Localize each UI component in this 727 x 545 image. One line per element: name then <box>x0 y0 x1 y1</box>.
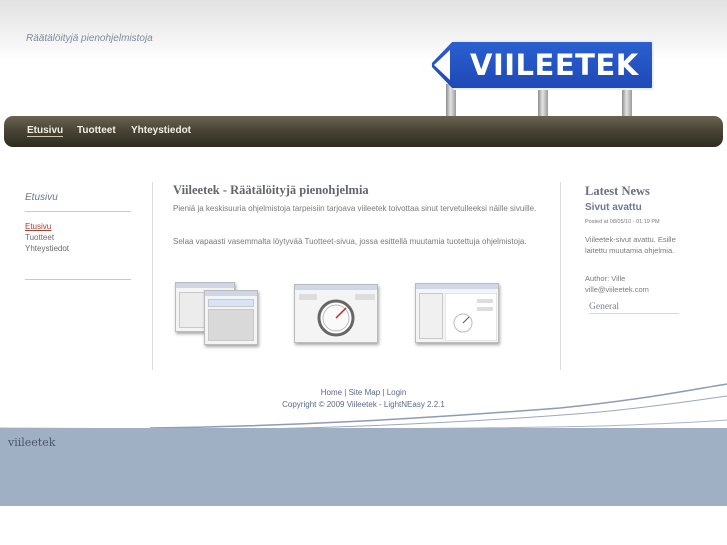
footer-brand: viileetek <box>8 436 56 449</box>
page-title: Viileetek - Räätälöityjä pienohjelmia <box>173 183 369 197</box>
chart-preview-icon <box>445 293 497 341</box>
latest-news-heading: Latest News <box>585 184 650 198</box>
footer-copyright: Copyright © 2009 Viileetek - LightNEasy … <box>282 400 445 409</box>
main-navigation: Etusivu Tuotteet Yhteystiedot <box>4 116 723 147</box>
sign-logo-text: VIILEETEK <box>470 48 639 82</box>
sidebar-title: Etusivu <box>25 192 58 203</box>
footer-link-home[interactable]: Home <box>321 388 342 397</box>
news-category-link[interactable]: General <box>589 302 679 314</box>
sidebar-item-etusivu[interactable]: Etusivu <box>25 221 69 232</box>
sidebar-item-tuotteet[interactable]: Tuotteet <box>25 232 69 243</box>
intro-paragraph: Pieniä ja keskisuuria ohjelmistoja tarpe… <box>173 204 537 213</box>
sidebar-divider <box>25 211 131 212</box>
arrow-left-icon <box>434 50 450 80</box>
news-post-body: Viileetek-sivut avattu. Esille laitettu … <box>585 235 676 255</box>
column-divider <box>152 182 153 370</box>
product-screenshot[interactable] <box>204 290 258 345</box>
product-screenshot[interactable] <box>415 283 499 343</box>
intro-paragraph: Selaa vapaasti vasemmalta löytyvää Tuott… <box>173 237 527 246</box>
column-divider <box>560 182 561 370</box>
sidebar-menu: Etusivu Tuotteet Yhteystiedot <box>25 221 69 254</box>
sidebar-divider <box>25 279 131 280</box>
news-post-title[interactable]: Sivut avattu <box>585 202 642 213</box>
sidebar-item-yhteystiedot[interactable]: Yhteystiedot <box>25 243 69 254</box>
gauge-icon <box>299 294 375 337</box>
product-screenshot[interactable] <box>294 284 378 343</box>
nav-item-yhteystiedot[interactable]: Yhteystiedot <box>131 125 191 136</box>
site-logo-sign[interactable]: VIILEETEK <box>430 40 654 120</box>
news-post-author: Author: Ville ville@viileetek.com <box>585 274 649 294</box>
news-post-date: Posted at 08/05/10 - 01:19 PM <box>585 219 660 225</box>
nav-item-tuotteet[interactable]: Tuotteet <box>77 125 116 136</box>
nav-item-etusivu[interactable]: Etusivu <box>27 125 64 137</box>
footer-band <box>0 428 727 506</box>
footer-link-sitemap[interactable]: Site Map <box>349 388 381 397</box>
site-tagline: Räätälöityjä pienohjelmistoja <box>26 33 153 44</box>
footer-link-login[interactable]: Login <box>387 388 407 397</box>
footer-links: Home | Site Map | Login <box>0 388 727 397</box>
